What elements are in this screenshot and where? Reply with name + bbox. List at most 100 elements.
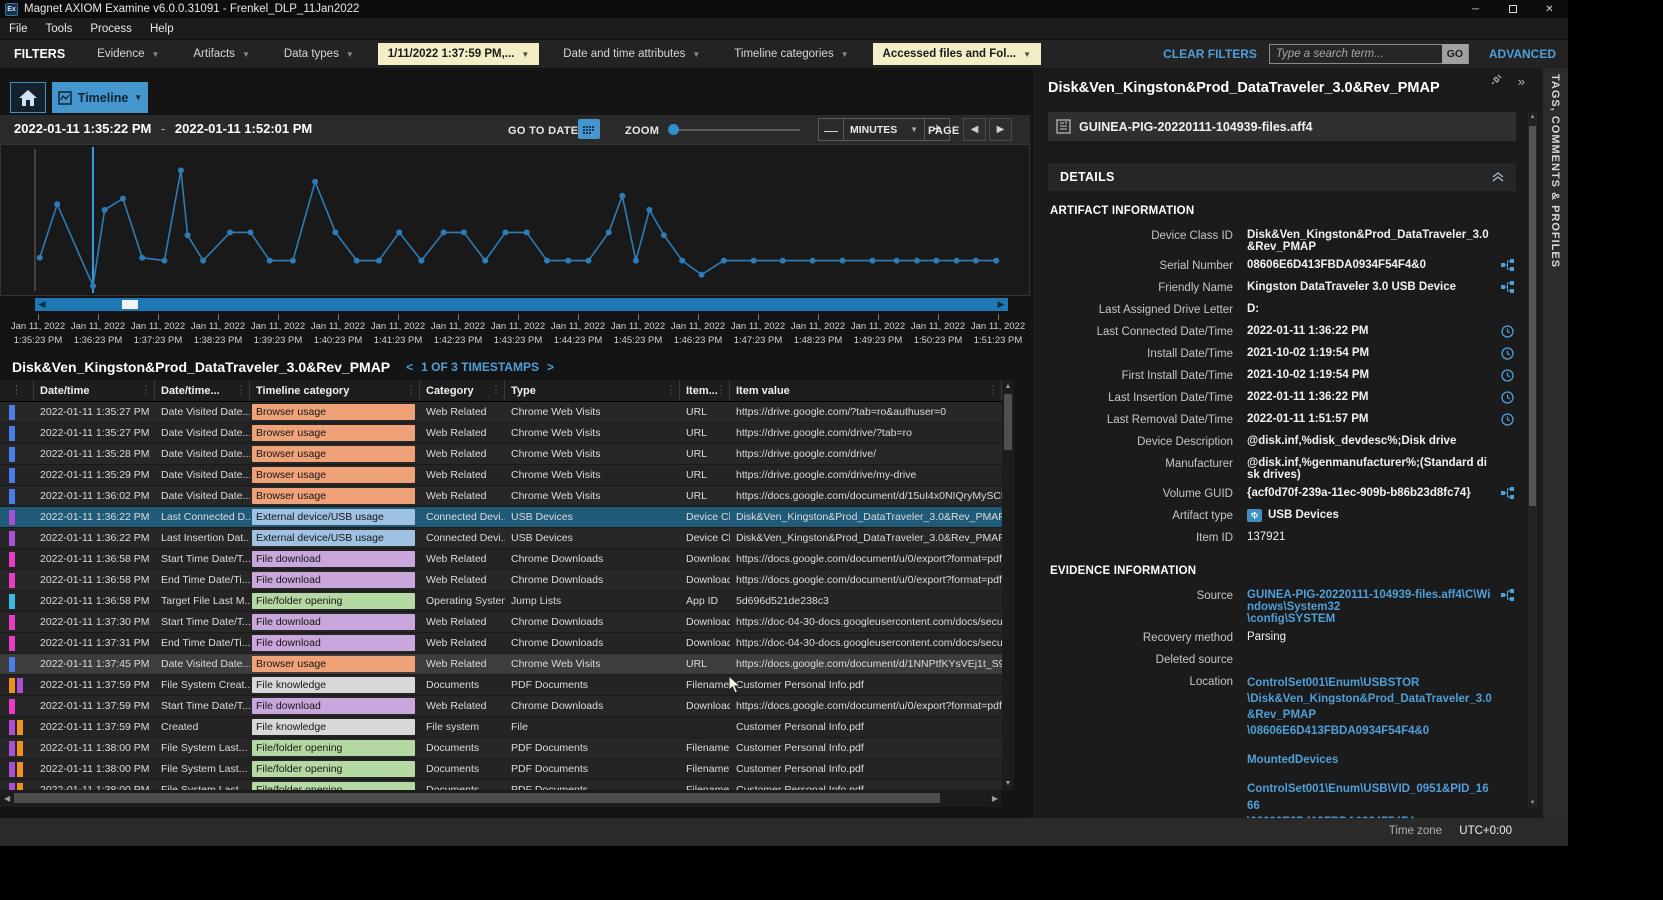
table-row[interactable]: 2022-01-11 1:36:58 PMTarget File Last M.…: [0, 591, 1002, 612]
location-link[interactable]: ControlSet001\Enum\USBSTOR\Disk&Ven_King…: [1247, 675, 1492, 739]
column-header[interactable]: Date/time...⋮: [155, 380, 250, 401]
data-point[interactable]: [619, 193, 625, 199]
zoom-slider-knob[interactable]: [668, 124, 679, 135]
data-point[interactable]: [185, 232, 191, 238]
tags-comments-profiles-tab[interactable]: TAGS, COMMENTS & PROFILES: [1543, 68, 1568, 818]
data-point[interactable]: [90, 283, 96, 289]
data-point[interactable]: [461, 229, 467, 235]
table-row[interactable]: 2022-01-11 1:38:00 PMFile System Last...…: [0, 738, 1002, 759]
page-next-button[interactable]: ▶: [989, 118, 1012, 141]
location-link[interactable]: MountedDevices: [1247, 752, 1492, 768]
filter-dropdown[interactable]: Data types▼: [274, 43, 364, 65]
table-hscroll-thumb[interactable]: [14, 793, 940, 803]
table-row[interactable]: 2022-01-11 1:37:59 PMFile System Creat..…: [0, 675, 1002, 696]
data-point[interactable]: [441, 229, 447, 235]
table-row[interactable]: 2022-01-11 1:37:30 PMStart Time Date/T..…: [0, 612, 1002, 633]
data-point[interactable]: [699, 272, 705, 278]
details-scroll-thumb[interactable]: [1529, 126, 1536, 506]
data-point[interactable]: [247, 229, 253, 235]
table-vertical-scrollbar[interactable]: ▲ ▼: [1002, 380, 1014, 790]
data-point[interactable]: [894, 258, 900, 264]
source-link[interactable]: GUINEA-PIG-20220111-104939-files.aff4\C\…: [1247, 589, 1492, 625]
table-vscroll-thumb[interactable]: [1004, 394, 1012, 450]
hierarchy-icon[interactable]: [1492, 259, 1516, 275]
clock-icon[interactable]: [1492, 369, 1516, 385]
column-header[interactable]: Timeline category⋮: [250, 380, 420, 401]
data-point[interactable]: [721, 258, 727, 264]
search-input[interactable]: [1270, 45, 1442, 63]
menu-item-file[interactable]: File: [0, 18, 37, 40]
clock-icon[interactable]: [1492, 325, 1516, 341]
hierarchy-icon[interactable]: [1492, 589, 1516, 625]
column-header[interactable]: Category⋮: [420, 380, 505, 401]
column-header[interactable]: Item...⋮: [680, 380, 730, 401]
data-point[interactable]: [354, 258, 360, 264]
data-point[interactable]: [102, 207, 108, 213]
table-row[interactable]: 2022-01-11 1:35:28 PMDate Visited Date..…: [0, 444, 1002, 465]
table-row[interactable]: 2022-01-11 1:35:27 PMDate Visited Date..…: [0, 402, 1002, 423]
data-point[interactable]: [565, 258, 571, 264]
filter-dropdown[interactable]: Artifacts▼: [183, 43, 259, 65]
data-point[interactable]: [646, 207, 652, 213]
page-previous-button[interactable]: ◀: [963, 118, 986, 141]
data-point[interactable]: [482, 258, 488, 264]
unit-decrease-button[interactable]: —: [819, 119, 843, 140]
table-row[interactable]: 2022-01-11 1:37:59 PMCreatedFile knowled…: [0, 717, 1002, 738]
timestamp-next-button[interactable]: >: [547, 360, 554, 374]
data-point[interactable]: [418, 258, 424, 264]
go-to-date-label[interactable]: GO TO DATE: [508, 125, 578, 137]
column-header[interactable]: Item value⋮: [730, 380, 1002, 401]
table-row[interactable]: 2022-01-11 1:36:58 PMStart Time Date/T..…: [0, 549, 1002, 570]
timestamp-prev-button[interactable]: <: [406, 360, 413, 374]
table-row[interactable]: 2022-01-11 1:38:00 PMFile System Last...…: [0, 759, 1002, 780]
table-row[interactable]: 2022-01-11 1:37:45 PMDate Visited Date..…: [0, 654, 1002, 675]
close-button[interactable]: ✕: [1531, 0, 1568, 18]
search-go-button[interactable]: GO: [1442, 44, 1468, 64]
collapse-section-icon[interactable]: [1492, 172, 1504, 182]
scroll-right-icon[interactable]: ▶: [992, 794, 998, 803]
data-point[interactable]: [661, 232, 667, 238]
evidence-source-card[interactable]: GUINEA-PIG-20220111-104939-files.aff4: [1048, 112, 1516, 141]
view-selector-timeline[interactable]: Timeline ▼: [52, 82, 148, 113]
case-dashboard-button[interactable]: [10, 82, 46, 113]
data-point[interactable]: [290, 258, 296, 264]
clock-icon[interactable]: [1492, 347, 1516, 363]
data-point[interactable]: [524, 229, 530, 235]
data-point[interactable]: [679, 258, 685, 264]
table-row[interactable]: 2022-01-11 1:36:58 PMEnd Time Date/Ti...…: [0, 570, 1002, 591]
filter-dropdown[interactable]: Evidence▼: [87, 43, 169, 65]
data-point[interactable]: [810, 258, 816, 264]
advanced-search-button[interactable]: ADVANCED: [1489, 47, 1556, 61]
data-point[interactable]: [544, 258, 550, 264]
data-point[interactable]: [502, 229, 508, 235]
table-row[interactable]: 2022-01-11 1:37:59 PMStart Time Date/T..…: [0, 696, 1002, 717]
filter-dropdown[interactable]: Accessed files and Fol...▼: [873, 43, 1042, 65]
data-point[interactable]: [954, 258, 960, 264]
menu-item-tools[interactable]: Tools: [37, 18, 82, 40]
clock-icon[interactable]: [1492, 413, 1516, 429]
data-point[interactable]: [267, 258, 273, 264]
table-row[interactable]: 2022-01-11 1:35:29 PMDate Visited Date..…: [0, 465, 1002, 486]
data-point[interactable]: [37, 255, 43, 261]
menu-item-help[interactable]: Help: [141, 18, 183, 40]
scroll-down-icon[interactable]: ▼: [1528, 800, 1537, 806]
unit-select[interactable]: MINUTES ▼: [843, 119, 925, 140]
data-point[interactable]: [606, 229, 612, 235]
collapse-panel-icon[interactable]: »: [1518, 74, 1525, 89]
data-point[interactable]: [376, 258, 382, 264]
location-link[interactable]: ControlSet001\Enum\USB\VID_0951&PID_1666…: [1247, 781, 1492, 818]
timeline-chart[interactable]: [0, 144, 1030, 296]
pin-icon[interactable]: [1491, 74, 1502, 85]
data-point[interactable]: [780, 258, 786, 264]
data-point[interactable]: [993, 258, 999, 264]
hierarchy-icon[interactable]: [1492, 487, 1516, 503]
zoom-slider-track[interactable]: [668, 129, 800, 131]
scroll-up-icon[interactable]: ▲: [1002, 383, 1014, 390]
data-point[interactable]: [312, 179, 318, 185]
details-scrollbar[interactable]: ▲ ▼: [1528, 112, 1537, 808]
data-point[interactable]: [200, 258, 206, 264]
chart-scrollbar[interactable]: ◀ ▶: [35, 298, 1008, 311]
data-point[interactable]: [870, 258, 876, 264]
data-point[interactable]: [178, 167, 184, 173]
column-header[interactable]: Date/time⋮: [34, 380, 155, 401]
